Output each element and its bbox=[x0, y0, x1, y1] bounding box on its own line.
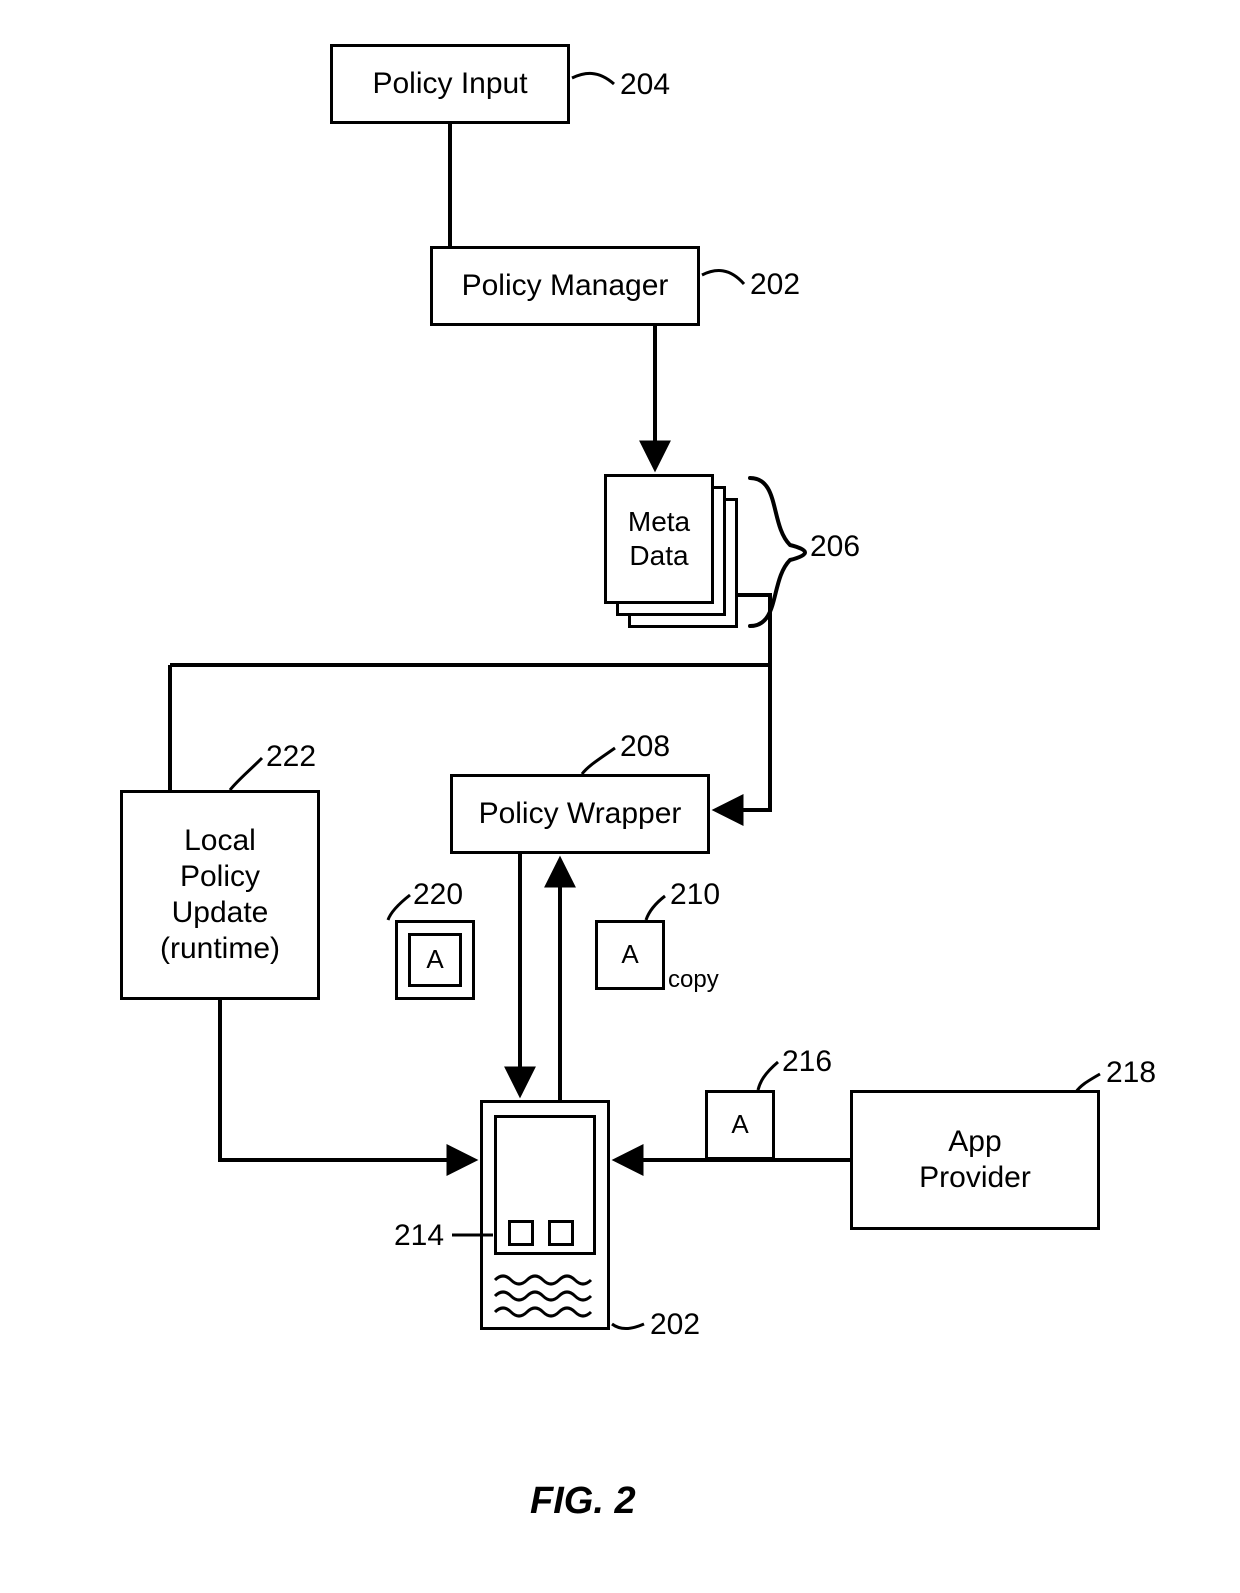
local-policy-update-box: Local Policy Update (runtime) bbox=[120, 790, 320, 1000]
app-copy-box: A bbox=[595, 920, 665, 990]
ref-206: 206 bbox=[810, 530, 860, 564]
ref-208: 208 bbox=[620, 730, 670, 764]
app-provider-box: App Provider bbox=[850, 1090, 1100, 1230]
ref-210: 210 bbox=[670, 878, 720, 912]
app-copy-label: A bbox=[621, 939, 638, 970]
ref-222: 222 bbox=[266, 740, 316, 774]
device-app-icon-2 bbox=[548, 1220, 574, 1246]
app-copy-suffix: copy bbox=[668, 966, 719, 994]
policy-input-label: Policy Input bbox=[372, 66, 527, 102]
policy-manager-box: Policy Manager bbox=[430, 246, 700, 326]
policy-input-box: Policy Input bbox=[330, 44, 570, 124]
app-from-provider-box: A bbox=[705, 1090, 775, 1160]
app-from-provider-label: A bbox=[731, 1109, 748, 1140]
policy-wrapper-box: Policy Wrapper bbox=[450, 774, 710, 854]
ref-214: 214 bbox=[394, 1219, 444, 1253]
ref-216: 216 bbox=[782, 1045, 832, 1079]
ref-218: 218 bbox=[1106, 1056, 1156, 1090]
policy-wrapper-label: Policy Wrapper bbox=[479, 796, 682, 832]
app-provider-label: App Provider bbox=[919, 1124, 1031, 1196]
ref-202-top: 202 bbox=[750, 268, 800, 302]
diagram-canvas: Policy Input Policy Manager Meta Data Po… bbox=[0, 0, 1240, 1593]
meta-data-label: Meta Data bbox=[628, 505, 690, 572]
device-app-icon-1 bbox=[508, 1220, 534, 1246]
ref-202-bottom: 202 bbox=[650, 1308, 700, 1342]
ref-204: 204 bbox=[620, 68, 670, 102]
policy-manager-label: Policy Manager bbox=[462, 268, 669, 304]
app-wrapped-inner: A bbox=[408, 933, 462, 987]
figure-label: FIG. 2 bbox=[530, 1480, 636, 1523]
app-wrapped-label: A bbox=[426, 944, 443, 975]
local-policy-update-label: Local Policy Update (runtime) bbox=[160, 823, 280, 967]
meta-data-sheet-1: Meta Data bbox=[604, 474, 714, 604]
ref-220: 220 bbox=[413, 878, 463, 912]
